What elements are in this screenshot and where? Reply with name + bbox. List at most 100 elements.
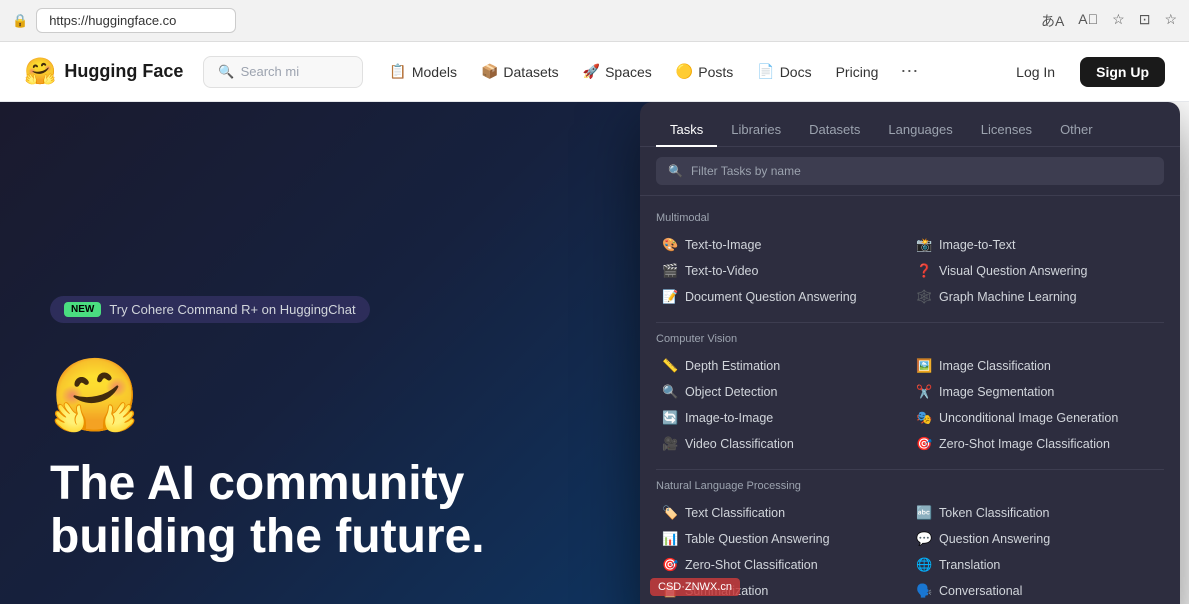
task-object-detection[interactable]: 🔍 Object Detection	[656, 379, 910, 405]
watermark: CSD·ZNWX.cn	[650, 578, 740, 596]
qa-icon: 💬	[916, 531, 932, 547]
task-video-class-label: Video Classification	[685, 437, 794, 451]
spaces-icon: 🚀	[583, 63, 600, 80]
task-zero-shot-img-label: Zero-Shot Image Classification	[939, 437, 1110, 451]
multimodal-tasks: 🎨 Text-to-Image 📸 Image-to-Text 🎬 Text-t…	[656, 232, 1164, 310]
table-qa-icon: 📊	[662, 531, 678, 547]
img2img-icon: 🔄	[662, 410, 678, 426]
task-image-to-text[interactable]: 📸 Image-to-Text	[910, 232, 1164, 258]
tab-languages[interactable]: Languages	[874, 114, 966, 147]
datasets-icon: 📦	[481, 63, 498, 80]
task-text-to-video[interactable]: 🎬 Text-to-Video	[656, 258, 910, 284]
divider-2	[656, 469, 1164, 470]
task-translation-label: Translation	[939, 558, 1000, 572]
task-doc-qa[interactable]: 📝 Document Question Answering	[656, 284, 910, 310]
task-token-classification[interactable]: 🔤 Token Classification	[910, 500, 1164, 526]
text-to-image-icon: 🎨	[662, 237, 678, 253]
hero-section: NEW Try Cohere Command R+ on HuggingChat…	[0, 102, 660, 604]
nav-link-models[interactable]: 📋 Models	[379, 57, 467, 86]
translate-icon[interactable]: あA	[1041, 11, 1064, 31]
search-icon: 🔍	[218, 64, 234, 80]
navbar: 🤗 Hugging Face 🔍 Search mi 📋 Models 📦 Da…	[0, 42, 1189, 102]
tab-datasets[interactable]: Datasets	[795, 114, 874, 147]
task-text-classification[interactable]: 🏷️ Text Classification	[656, 500, 910, 526]
task-graph-ml-label: Graph Machine Learning	[939, 290, 1077, 304]
hero-badge-text: Try Cohere Command R+ on HuggingChat	[109, 302, 355, 317]
task-graph-ml[interactable]: 🕸️ Graph Machine Learning	[910, 284, 1164, 310]
task-video-classification[interactable]: 🎥 Video Classification	[656, 431, 910, 457]
task-unconditional-gen[interactable]: 🎭 Unconditional Image Generation	[910, 405, 1164, 431]
task-table-qa[interactable]: 📊 Table Question Answering	[656, 526, 910, 552]
tab-tasks[interactable]: Tasks	[656, 114, 717, 147]
sidebar-icon[interactable]: ⊡	[1139, 11, 1151, 31]
more-icon[interactable]: ⋯	[892, 57, 926, 86]
obj-detect-icon: 🔍	[662, 384, 678, 400]
docs-icon: 📄	[757, 63, 774, 80]
task-doc-qa-label: Document Question Answering	[685, 290, 857, 304]
visual-qa-icon: ❓	[916, 263, 932, 279]
task-image-classification[interactable]: 🖼️ Image Classification	[910, 353, 1164, 379]
main-content: NEW Try Cohere Command R+ on HuggingChat…	[0, 102, 1189, 604]
graph-ml-icon: 🕸️	[916, 289, 932, 305]
task-translation[interactable]: 🌐 Translation	[910, 552, 1164, 578]
text-to-video-icon: 🎬	[662, 263, 678, 279]
tab-libraries[interactable]: Libraries	[717, 114, 795, 147]
filter-placeholder: Filter Tasks by name	[691, 164, 801, 178]
hero-emoji: 🤗	[50, 353, 610, 438]
task-qa[interactable]: 💬 Question Answering	[910, 526, 1164, 552]
models-label: Models	[412, 64, 457, 80]
filter-input-wrap[interactable]: 🔍 Filter Tasks by name	[656, 157, 1164, 185]
task-zero-shot-img[interactable]: 🎯 Zero-Shot Image Classification	[910, 431, 1164, 457]
tab-other[interactable]: Other	[1046, 114, 1107, 147]
task-image-segmentation[interactable]: ✂️ Image Segmentation	[910, 379, 1164, 405]
hero-badge[interactable]: NEW Try Cohere Command R+ on HuggingChat	[50, 296, 370, 323]
task-zero-shot-class-label: Zero-Shot Classification	[685, 558, 818, 572]
dropdown-tabs: Tasks Libraries Datasets Languages Licen…	[640, 102, 1180, 147]
search-placeholder: Search mi	[241, 64, 300, 79]
uncond-gen-icon: 🎭	[916, 410, 932, 426]
task-image-to-image[interactable]: 🔄 Image-to-Image	[656, 405, 910, 431]
task-visual-qa[interactable]: ❓ Visual Question Answering	[910, 258, 1164, 284]
task-img2img-label: Image-to-Image	[685, 411, 773, 425]
task-text-to-video-label: Text-to-Video	[685, 264, 758, 278]
bookmark-icon[interactable]: ☆	[1112, 11, 1125, 31]
logo-emoji: 🤗	[24, 56, 56, 87]
posts-icon: 🟡	[676, 63, 693, 80]
reader-icon[interactable]: A⃣	[1078, 11, 1098, 31]
filter-search-icon: 🔍	[668, 164, 683, 178]
token-class-icon: 🔤	[916, 505, 932, 521]
hero-title-line2: building the future.	[50, 510, 485, 563]
signup-button[interactable]: Sign Up	[1080, 57, 1165, 87]
multimodal-label: Multimodal	[656, 212, 1164, 224]
task-conversational[interactable]: 🗣️ Conversational	[910, 578, 1164, 604]
browser-bar: 🔒 https://huggingface.co あA A⃣ ☆ ⊡ ☆	[0, 0, 1189, 42]
img-class-icon: 🖼️	[916, 358, 932, 374]
video-class-icon: 🎥	[662, 436, 678, 452]
nav-link-spaces[interactable]: 🚀 Spaces	[573, 57, 662, 86]
nav-link-pricing[interactable]: Pricing	[826, 58, 889, 86]
login-button[interactable]: Log In	[1001, 56, 1070, 88]
conv-icon: 🗣️	[916, 583, 932, 599]
image-to-text-icon: 📸	[916, 237, 932, 253]
zero-shot-img-icon: 🎯	[916, 436, 932, 452]
favorites-icon[interactable]: ☆	[1164, 11, 1177, 31]
hero-title: The AI community building the future.	[50, 458, 610, 564]
search-bar[interactable]: 🔍 Search mi	[203, 56, 363, 88]
nav-logo[interactable]: 🤗 Hugging Face	[24, 56, 183, 87]
nav-link-docs[interactable]: 📄 Docs	[747, 57, 821, 86]
nav-link-posts[interactable]: 🟡 Posts	[666, 57, 743, 86]
task-zero-shot-class[interactable]: 🎯 Zero-Shot Classification	[656, 552, 910, 578]
cv-label: Computer Vision	[656, 333, 1164, 345]
new-badge: NEW	[64, 302, 101, 317]
nav-link-datasets[interactable]: 📦 Datasets	[471, 57, 569, 86]
task-img-class-label: Image Classification	[939, 359, 1051, 373]
tab-licenses[interactable]: Licenses	[967, 114, 1046, 147]
translation-icon: 🌐	[916, 557, 932, 573]
posts-label: Posts	[698, 64, 733, 80]
task-text-to-image[interactable]: 🎨 Text-to-Image	[656, 232, 910, 258]
task-obj-detect-label: Object Detection	[685, 385, 777, 399]
task-depth-estimation[interactable]: 📏 Depth Estimation	[656, 353, 910, 379]
browser-url[interactable]: https://huggingface.co	[36, 8, 236, 33]
task-uncond-gen-label: Unconditional Image Generation	[939, 411, 1118, 425]
logo-text: Hugging Face	[64, 61, 183, 82]
